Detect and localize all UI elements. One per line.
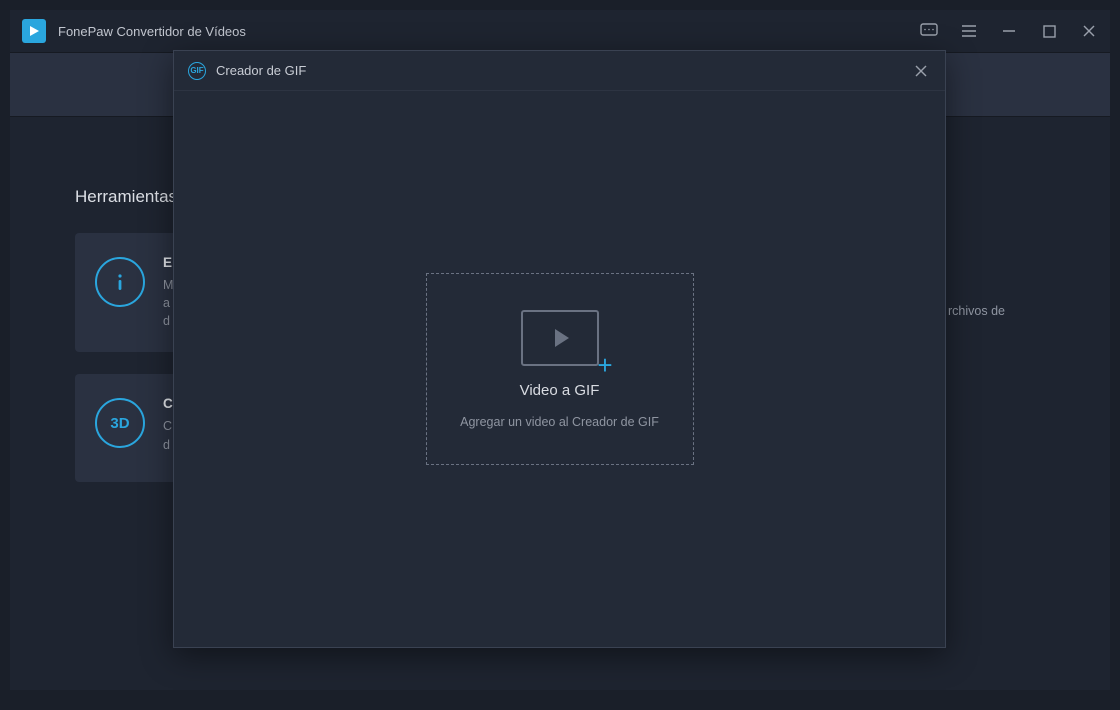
dialog-header: GIF Creador de GIF bbox=[174, 51, 945, 91]
card-body: C C d bbox=[163, 396, 173, 460]
dialog-title: Creador de GIF bbox=[216, 63, 306, 78]
desc-frag: a bbox=[163, 296, 170, 310]
dropzone-subtitle: Agregar un video al Creador de GIF bbox=[460, 415, 659, 429]
app-play-icon bbox=[22, 19, 46, 43]
feedback-icon[interactable] bbox=[920, 22, 938, 40]
desc-frag: M bbox=[163, 278, 173, 292]
minimize-icon[interactable] bbox=[1000, 22, 1018, 40]
plus-icon: + bbox=[597, 352, 612, 378]
maximize-icon[interactable] bbox=[1040, 22, 1058, 40]
dialog-close-icon[interactable] bbox=[911, 61, 931, 81]
desc-frag: d bbox=[163, 438, 170, 452]
menu-icon[interactable] bbox=[960, 22, 978, 40]
info-icon bbox=[95, 257, 145, 307]
title-bar: FonePaw Convertidor de Vídeos bbox=[10, 10, 1110, 52]
window-controls bbox=[920, 22, 1098, 40]
video-dropzone[interactable]: + Video a GIF Agregar un video al Creado… bbox=[426, 273, 694, 465]
card-desc: M a d bbox=[163, 276, 173, 330]
video-add-icon: + bbox=[521, 310, 599, 366]
app-window: FonePaw Convertidor de Vídeos Herramient… bbox=[10, 10, 1110, 690]
dropzone-title: Video a GIF bbox=[520, 382, 600, 399]
desc-frag: C bbox=[163, 419, 172, 433]
dialog-body: + Video a GIF Agregar un video al Creado… bbox=[174, 91, 945, 647]
gif-badge-icon: GIF bbox=[188, 62, 206, 80]
close-icon[interactable] bbox=[1080, 22, 1098, 40]
card-title: C bbox=[163, 396, 173, 411]
3d-icon: 3D bbox=[95, 398, 145, 448]
card-desc: C d bbox=[163, 417, 173, 453]
card-body: E M a d bbox=[163, 255, 173, 330]
gif-creator-dialog: GIF Creador de GIF + Video a GIF Agregar… bbox=[173, 50, 946, 648]
app-title: FonePaw Convertidor de Vídeos bbox=[58, 24, 246, 39]
desc-frag: d bbox=[163, 314, 170, 328]
card-title: E bbox=[163, 255, 173, 270]
bg-card-desc-fragment: rchivos de bbox=[948, 302, 1058, 320]
